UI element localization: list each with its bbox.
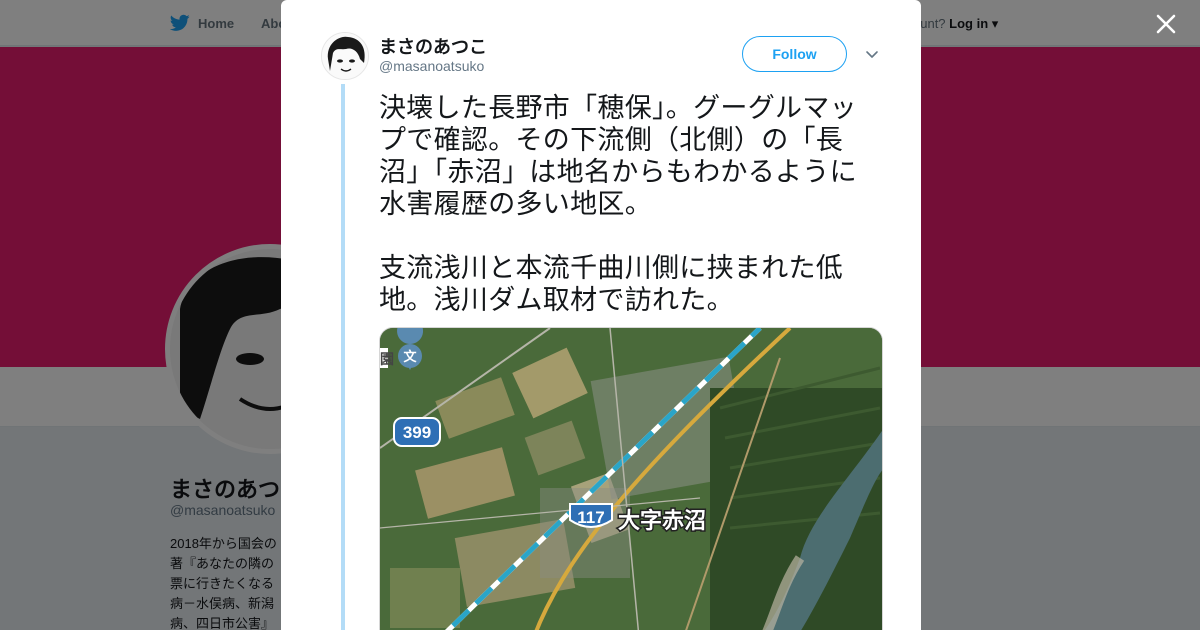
tweet-text-line: プで確認。その下流側（北側）の「長: [379, 125, 844, 155]
satellite-map-image: 文 園 399 117 大字赤沼: [380, 328, 882, 630]
tweet-modal: まさのあつこ @masanoatsuko Follow 決壊した長野市「穂保」。…: [281, 0, 921, 630]
tweet-media-map[interactable]: 文 園 399 117 大字赤沼: [379, 327, 883, 630]
map-edge-label: 園: [380, 352, 394, 368]
tweet-text-line: 支流浅川と本流千曲川側に挟まれた低: [379, 253, 844, 283]
thread-line: [341, 84, 345, 630]
route-117-label: 117: [577, 508, 604, 527]
tweet-text-line: 水害履歴の多い地区。: [379, 189, 652, 219]
tweet-text: 決壊した長野市「穂保」。グーグルマッ プで確認。その下流側（北側）の「長 沼」「…: [379, 92, 889, 316]
author-avatar[interactable]: [321, 32, 369, 80]
route-399-label: 399: [403, 423, 431, 442]
chevron-down-icon[interactable]: [864, 46, 880, 62]
close-icon[interactable]: [1154, 12, 1178, 36]
tweet-text-line: 沼」「赤沼」は地名からもわかるように: [379, 157, 857, 187]
tweet-text-line: 決壊した長野市「穂保」。グーグルマッ: [379, 93, 857, 123]
author-avatar-illustration: [322, 33, 368, 79]
author-handle[interactable]: @masanoatsuko: [379, 58, 484, 74]
place-label: 大字赤沼: [618, 508, 706, 534]
tweet-text-line: 地。浅川ダム取材で訪れた。: [379, 285, 734, 315]
tweet-text-line: [379, 220, 889, 252]
author-name[interactable]: まさのあつこ: [379, 33, 487, 59]
follow-button[interactable]: Follow: [742, 36, 847, 72]
school-marker-label: 文: [403, 349, 417, 365]
